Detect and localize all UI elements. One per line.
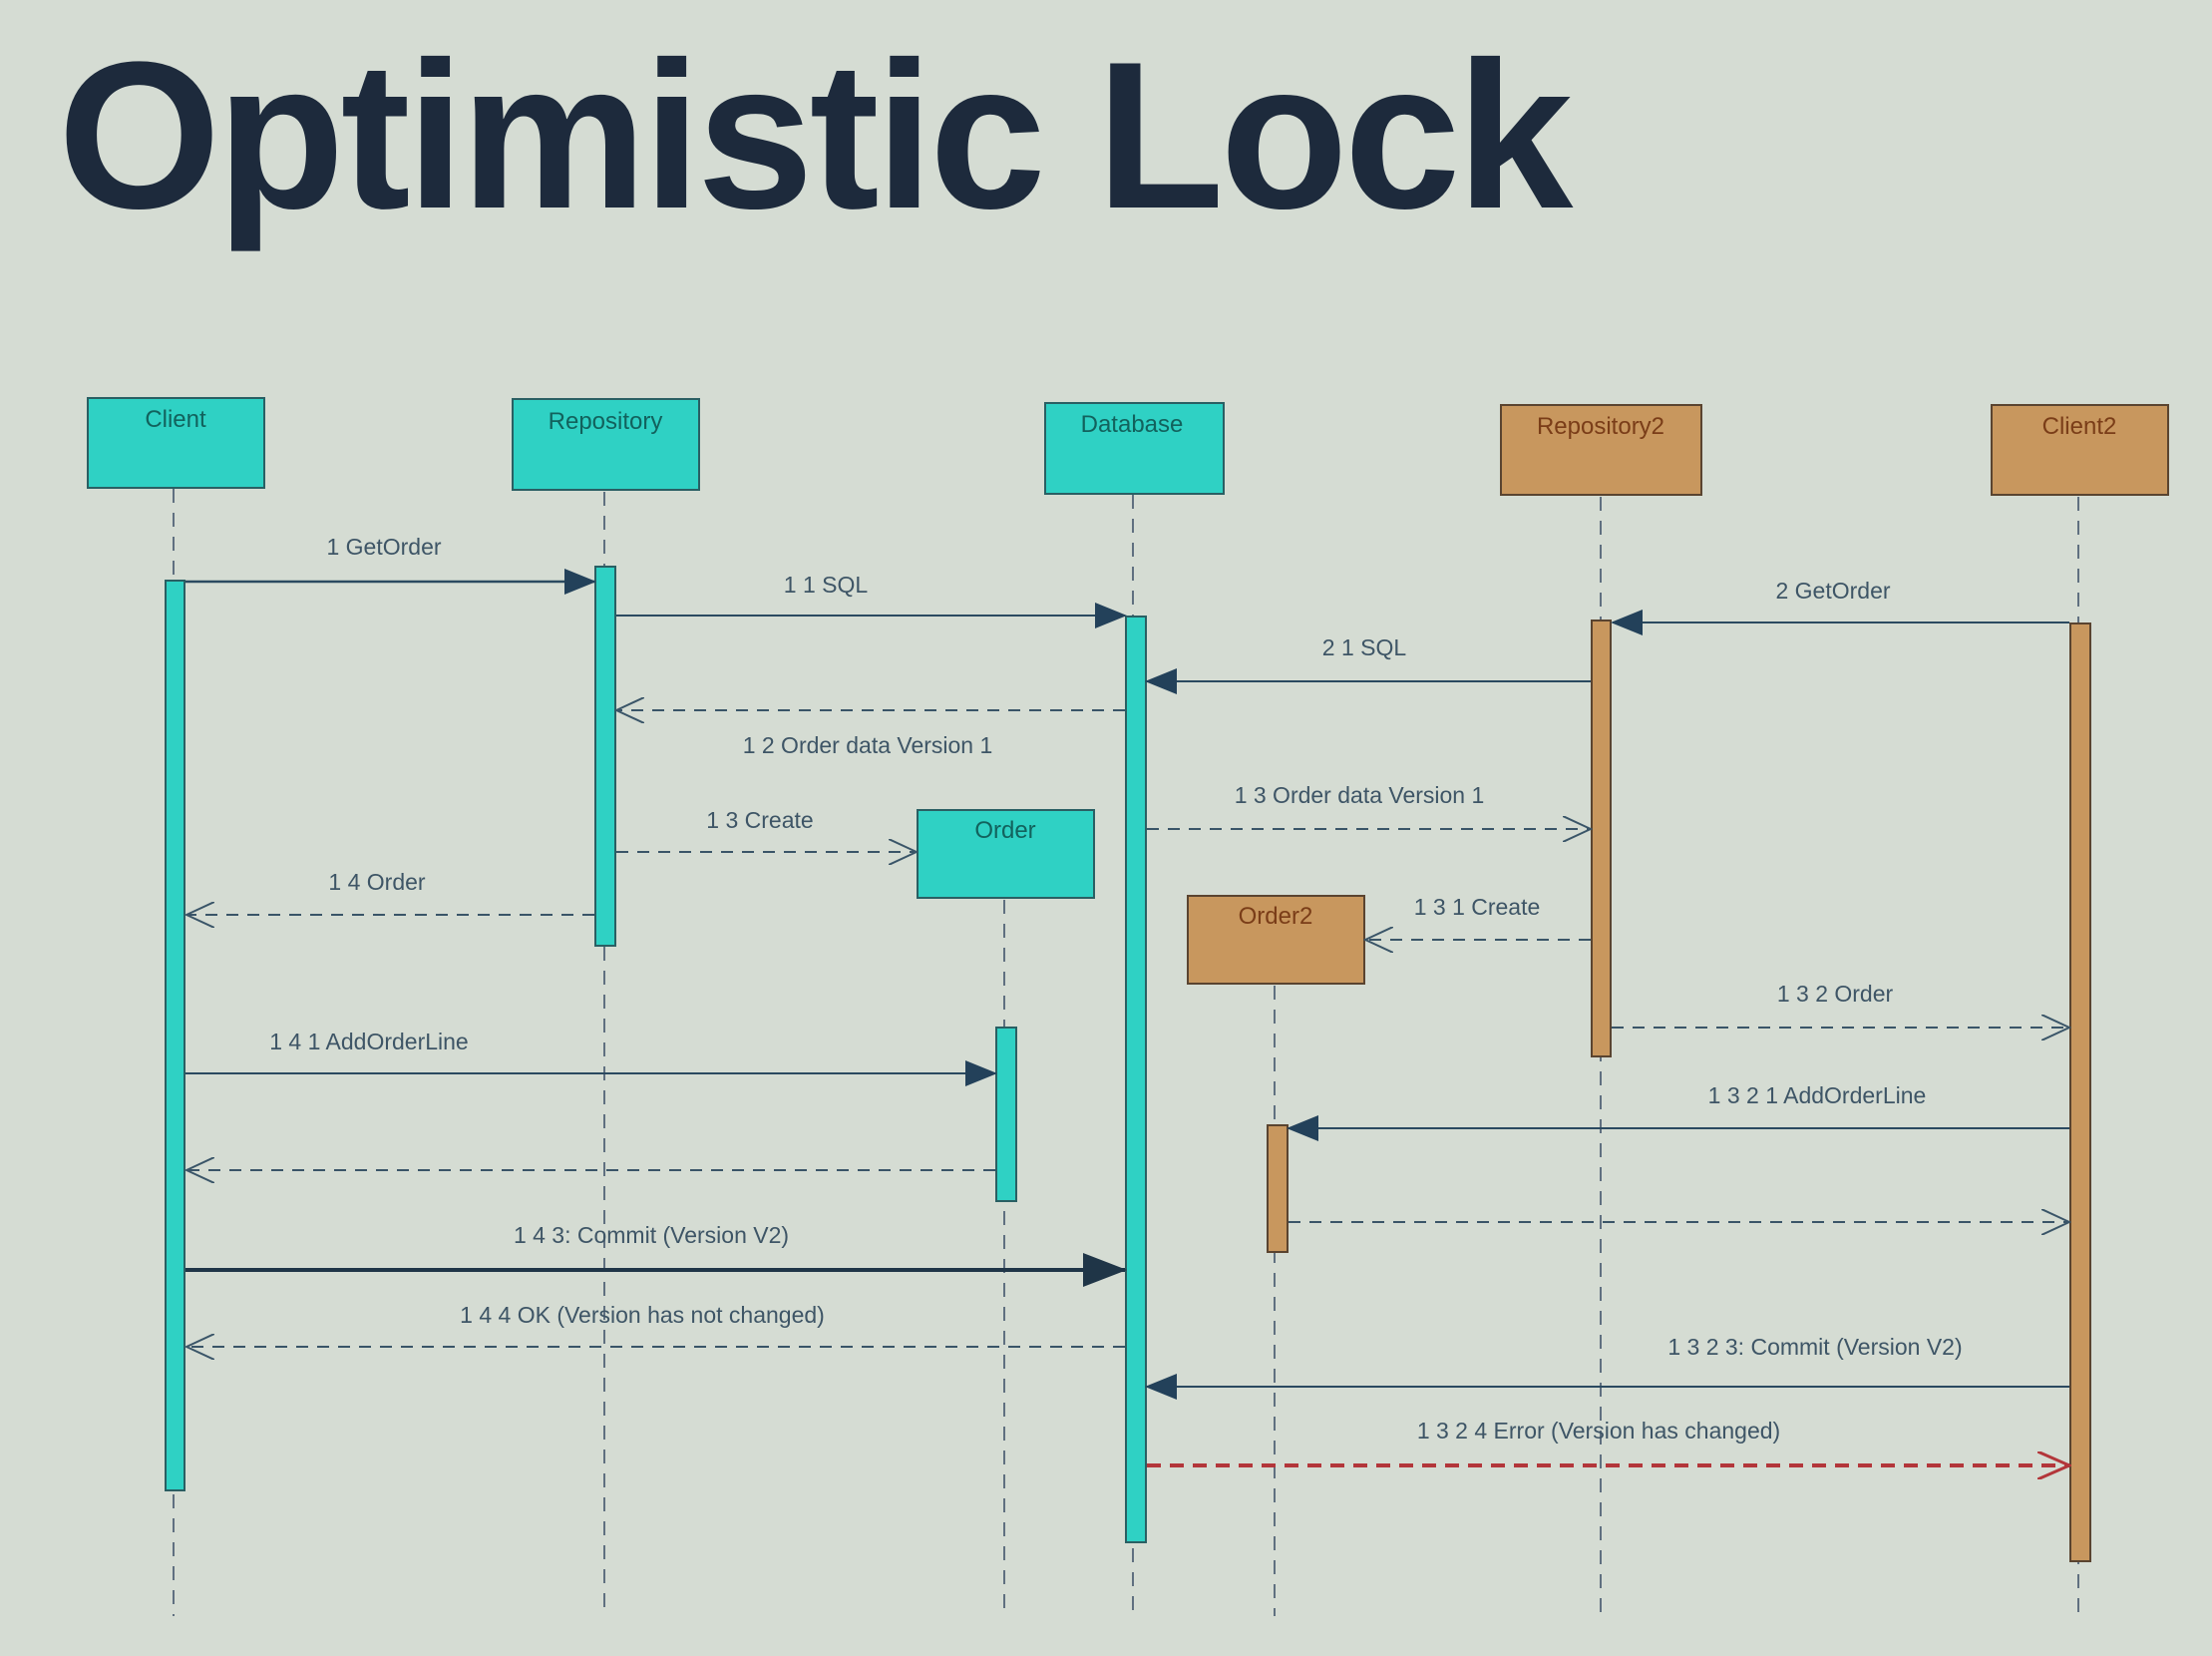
database-activation — [1125, 616, 1147, 1543]
message-label: 2 1 SQL — [1322, 634, 1407, 660]
message-label: 1 3 2 1 AddOrderLine — [1708, 1082, 1927, 1108]
message-label: 1 3 2 Order — [1777, 981, 1894, 1007]
repository-activation — [594, 566, 616, 947]
message-label: 1 3 2 3: Commit (Version V2) — [1667, 1334, 1962, 1360]
message-label: 1 4 1 AddOrderLine — [269, 1029, 468, 1054]
participant-order: Order — [917, 809, 1095, 899]
activations — [165, 566, 2091, 1562]
order2-activation — [1267, 1124, 1289, 1253]
participant-database: Database — [1044, 402, 1225, 495]
participant-client2-label: Client2 — [2042, 413, 2117, 440]
message-label: 1 2 Order data Version 1 — [743, 732, 993, 758]
participant-client2: Client2 — [1991, 404, 2169, 496]
order-activation — [995, 1027, 1017, 1202]
client-activation — [165, 580, 185, 1491]
message-label: 1 4 3: Commit (Version V2) — [514, 1222, 789, 1248]
message-label: 1 3 Order data Version 1 — [1235, 782, 1485, 808]
message-label: 1 GetOrder — [326, 534, 441, 560]
participant-order-label: Order — [974, 817, 1035, 844]
message-label: 1 4 4 OK (Version has not changed) — [460, 1302, 825, 1328]
participant-database-label: Database — [1081, 411, 1184, 438]
message-label: 1 4 Order — [328, 869, 425, 895]
participant-repository: Repository — [512, 398, 700, 491]
participant-order2: Order2 — [1187, 895, 1365, 985]
participant-repository2: Repository2 — [1500, 404, 1702, 496]
participant-client-label: Client — [145, 406, 206, 433]
sequence-diagram: Client Repository Database Repository2 C… — [87, 397, 2169, 1616]
participant-order2-label: Order2 — [1239, 903, 1313, 930]
participant-repository-label: Repository — [549, 408, 663, 435]
participant-repository2-label: Repository2 — [1537, 413, 1664, 440]
client2-activation — [2069, 622, 2091, 1562]
message-label: 1 3 Create — [706, 807, 813, 833]
repository2-activation — [1591, 620, 1612, 1057]
participant-client: Client — [87, 397, 265, 489]
message-label: 2 GetOrder — [1775, 578, 1890, 604]
message-label: 1 1 SQL — [784, 572, 869, 598]
message-label: 1 3 2 4 Error (Version has changed) — [1417, 1418, 1780, 1444]
message-label: 1 3 1 Create — [1414, 894, 1541, 920]
